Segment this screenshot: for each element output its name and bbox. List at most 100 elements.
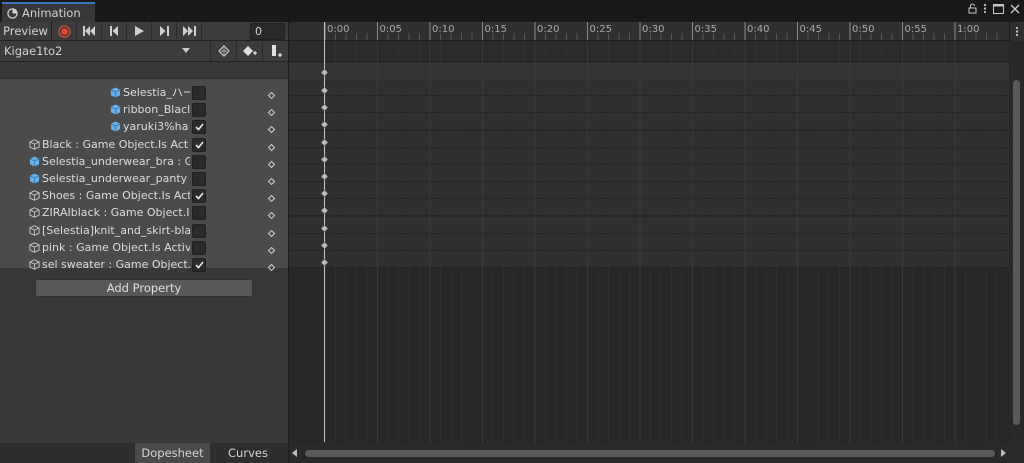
- first-key-button[interactable]: [77, 21, 102, 41]
- keyframe-toggle-icon[interactable]: [267, 158, 276, 169]
- property-row[interactable]: Black : Game Object.Is Act: [0, 136, 288, 153]
- tab-title: Animation: [22, 6, 81, 20]
- property-checkbox[interactable]: [192, 223, 206, 238]
- scroll-right-icon[interactable]: [1001, 449, 1006, 457]
- property-row[interactable]: ribbon_Blacl: [0, 101, 288, 118]
- next-key-icon: [159, 26, 169, 36]
- preview-button[interactable]: Preview: [0, 21, 52, 41]
- blue-cube-icon: [110, 87, 121, 98]
- close-icon[interactable]: [1010, 4, 1020, 14]
- tab-dopesheet[interactable]: Dopesheet: [135, 443, 210, 463]
- hierarchy-panel: Preview 0 Kigae1to2 Selestia_ハー ribbon_B…: [0, 21, 288, 463]
- dopesheet-grid: [324, 41, 998, 443]
- lock-icon[interactable]: [968, 3, 977, 14]
- property-name: sel sweater : Game Object.: [29, 256, 190, 273]
- vertical-scrollbar[interactable]: [1011, 62, 1022, 443]
- property-checkbox[interactable]: [192, 120, 206, 135]
- gameobject-icon: [29, 207, 40, 219]
- property-row[interactable]: ZIRAIblack : Game Object.I: [0, 204, 288, 221]
- property-row[interactable]: [Selestia]knit_and_skirt-bla: [0, 222, 288, 239]
- keyframe[interactable]: [320, 170, 329, 183]
- property-name: ZIRAIblack : Game Object.I: [29, 204, 190, 221]
- summary-keyframe[interactable]: [320, 66, 329, 79]
- record-button[interactable]: [52, 21, 77, 41]
- keyframe[interactable]: [320, 239, 329, 252]
- keyframe-toggle-icon[interactable]: [267, 89, 276, 100]
- prev-key-button[interactable]: [102, 21, 127, 41]
- add-keyframe-button[interactable]: [210, 41, 236, 61]
- add-event-button[interactable]: [262, 41, 288, 61]
- property-name: Selestia_ハー: [110, 84, 190, 101]
- last-key-button[interactable]: [177, 21, 202, 41]
- property-label: Selestia_underwear_panty: [42, 172, 188, 185]
- scroll-thumb[interactable]: [1013, 80, 1020, 425]
- blue-cube-icon: [29, 173, 40, 184]
- keyframe[interactable]: [320, 256, 329, 269]
- horizontal-scrollbar[interactable]: [289, 443, 1024, 463]
- next-key-button[interactable]: [152, 21, 177, 41]
- property-checkbox[interactable]: [192, 86, 206, 100]
- keyframe-toggle-icon[interactable]: [267, 106, 276, 117]
- add-keyframe-plus-button[interactable]: [236, 41, 262, 61]
- property-row[interactable]: sel sweater : Game Object.: [0, 256, 288, 273]
- tab-curves[interactable]: Curves: [212, 443, 284, 463]
- gameobject-icon: [29, 259, 40, 270]
- property-checkbox[interactable]: [192, 258, 206, 272]
- kebab-menu-icon[interactable]: [983, 3, 987, 14]
- play-icon: [134, 26, 144, 36]
- ruler-menu-button[interactable]: [1009, 22, 1024, 41]
- keyframe-toggle-icon[interactable]: [267, 141, 276, 151]
- summary-row-label: [0, 62, 288, 79]
- keyframe[interactable]: [320, 204, 329, 217]
- keyframe-toggle-icon[interactable]: [267, 175, 276, 186]
- keyframe[interactable]: [320, 222, 329, 235]
- tab-animation[interactable]: Animation: [2, 2, 95, 22]
- blue-cube-icon: [110, 121, 121, 132]
- property-label: Selestia_underwear_bra : G: [42, 154, 190, 168]
- frame-field[interactable]: 0: [250, 23, 285, 40]
- property-checkbox[interactable]: [192, 137, 206, 152]
- property-checkbox[interactable]: [192, 240, 206, 255]
- keyframe[interactable]: [320, 84, 329, 97]
- property-row[interactable]: yaruki3%ha: [0, 118, 288, 135]
- clip-dropdown[interactable]: Kigae1to2: [0, 41, 196, 61]
- property-row[interactable]: Selestia_underwear_bra : G: [0, 153, 288, 170]
- maximize-icon[interactable]: [993, 3, 1004, 14]
- property-label: sel sweater : Game Object.: [42, 258, 190, 271]
- property-row[interactable]: pink : Game Object.Is Activ: [0, 239, 288, 256]
- scroll-left-icon[interactable]: [292, 449, 297, 457]
- keyframe-toggle-icon[interactable]: [267, 123, 276, 134]
- prev-key-icon: [109, 26, 118, 36]
- property-checkbox[interactable]: [192, 154, 206, 169]
- property-name: Selestia_underwear_bra : G: [29, 153, 190, 170]
- keyframe[interactable]: [320, 118, 329, 131]
- checkmark-icon: [194, 192, 204, 200]
- keyframe-toggle-icon[interactable]: [267, 192, 276, 203]
- property-label: [Selestia]knit_and_skirt-bla: [42, 223, 190, 237]
- keyframe-toggle-icon[interactable]: [267, 209, 276, 220]
- keyframe-toggle-icon[interactable]: [267, 227, 276, 237]
- keyframe-toggle-icon[interactable]: [267, 244, 276, 255]
- keyframe[interactable]: [320, 187, 329, 200]
- first-key-icon: [82, 26, 95, 36]
- keyframe[interactable]: [320, 153, 329, 166]
- play-button[interactable]: [127, 21, 152, 41]
- keyframe[interactable]: [320, 136, 329, 149]
- property-checkbox[interactable]: [192, 206, 206, 221]
- property-checkbox[interactable]: [192, 172, 206, 186]
- view-mode-tabs: Dopesheet Curves: [0, 443, 288, 463]
- property-row[interactable]: Shoes : Game Object.Is Act: [0, 187, 288, 204]
- property-list: Selestia_ハー ribbon_Blacl yaruki3%ha Black :…: [0, 79, 288, 272]
- add-property-button[interactable]: Add Property: [35, 279, 253, 297]
- property-row[interactable]: Selestia_underwear_panty: [0, 170, 288, 187]
- clip-name: Kigae1to2: [4, 44, 63, 58]
- property-row[interactable]: Selestia_ハー: [0, 84, 288, 101]
- property-name: Shoes : Game Object.Is Act: [29, 187, 190, 204]
- keyframe[interactable]: [320, 101, 329, 114]
- property-label: ribbon_Blacl: [123, 103, 190, 117]
- property-checkbox[interactable]: [192, 103, 206, 118]
- scroll-thumb[interactable]: [305, 450, 995, 457]
- keyframe-toggle-icon[interactable]: [267, 261, 276, 272]
- property-checkbox[interactable]: [192, 189, 206, 204]
- dopesheet-panel: 0:00 0:05 0:10 0:15 0:20 0:25 0:30 0:35 0:40 0:45…: [289, 22, 1024, 463]
